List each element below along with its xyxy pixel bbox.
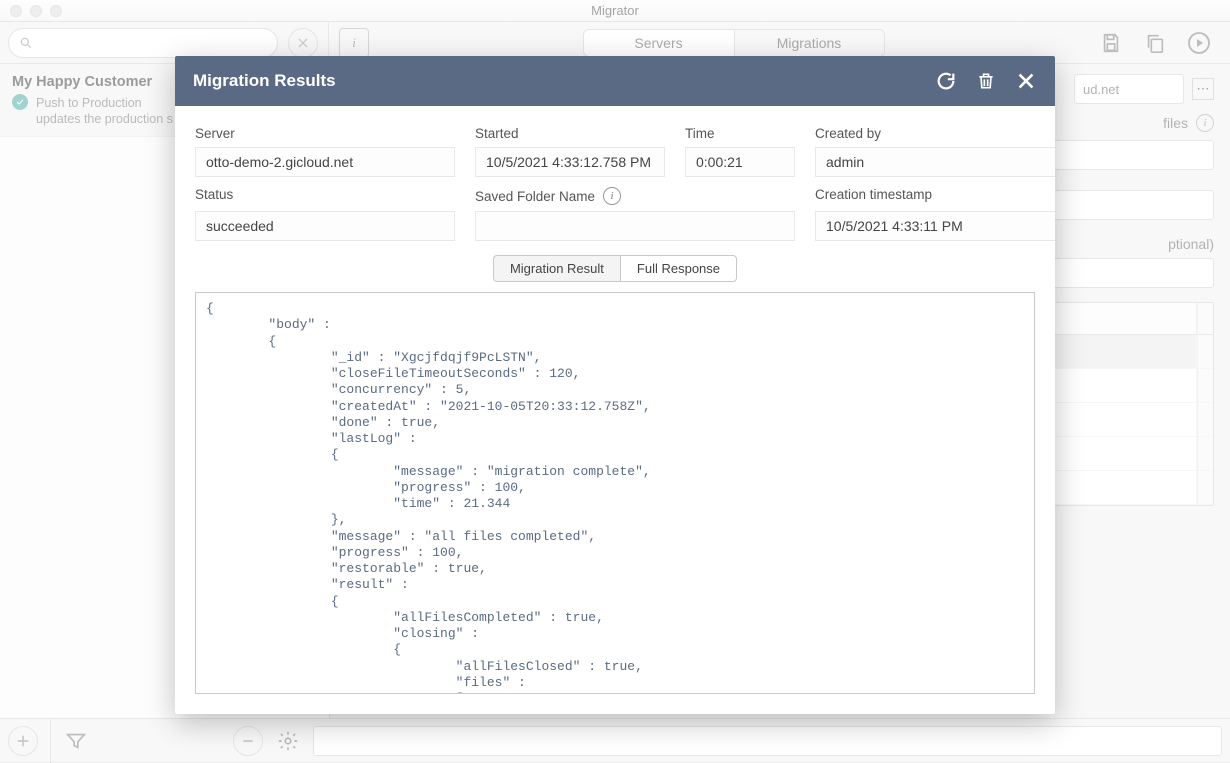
modal-overlay: Migration Results Server Started Time Cr… [0,0,1230,762]
delete-button[interactable] [975,70,997,92]
label-status: Status [195,183,455,205]
info-icon[interactable]: i [603,187,621,205]
value-saved-folder [475,211,795,241]
label-time: Time [685,122,795,141]
modal-body: Server Started Time Created by otto-demo… [175,106,1055,714]
value-created-by: admin [815,147,1055,177]
modal-header: Migration Results [175,56,1055,106]
value-time: 0:00:21 [685,147,795,177]
result-tabs: Migration Result Full Response [195,255,1035,282]
value-started: 10/5/2021 4:33:12.758 PM [475,147,665,177]
close-icon [1015,70,1037,92]
label-server: Server [195,122,455,141]
tab-migration-result[interactable]: Migration Result [493,255,620,282]
response-code[interactable]: { "body" : { "_id" : "Xgcjfdqjf9PcLSTN",… [195,292,1035,694]
modal-title: Migration Results [193,71,336,91]
label-creation-ts: Creation timestamp [815,183,1055,205]
refresh-button[interactable] [935,70,957,92]
trash-icon [976,71,996,91]
label-saved-folder: Saved Folder Name i [475,183,795,205]
refresh-icon [935,70,957,92]
label-created-by: Created by [815,122,1055,141]
close-modal-button[interactable] [1015,70,1037,92]
value-creation-ts: 10/5/2021 4:33:11 PM [815,211,1055,241]
value-status: succeeded [195,211,455,241]
migration-results-modal: Migration Results Server Started Time Cr… [175,56,1055,714]
tab-full-response[interactable]: Full Response [620,255,737,282]
label-started: Started [475,122,665,141]
value-server: otto-demo-2.gicloud.net [195,147,455,177]
